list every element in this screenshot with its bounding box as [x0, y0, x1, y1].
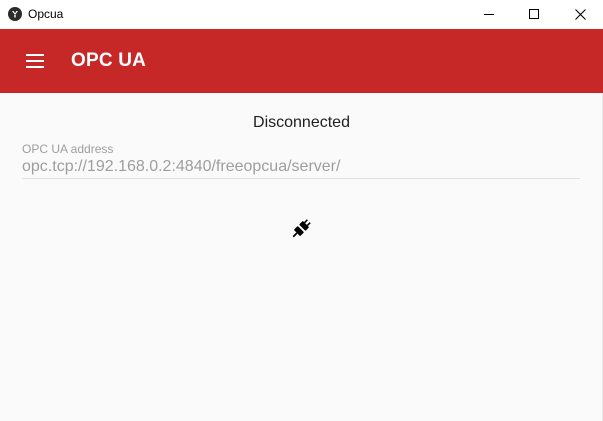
app-window: Opcua OPC UA Disconnected OPC UA address…	[0, 0, 603, 421]
address-field-underline	[22, 178, 580, 179]
minimize-button[interactable]	[466, 0, 512, 28]
app-bar-title: OPC UA	[71, 50, 147, 71]
window-title: Opcua	[28, 7, 64, 21]
menu-icon	[26, 54, 44, 68]
menu-button[interactable]	[20, 47, 50, 75]
connection-status: Disconnected	[253, 114, 350, 131]
maximize-button[interactable]	[511, 0, 557, 28]
connect-button[interactable]	[284, 212, 318, 246]
app-bar: OPC UA	[0, 29, 603, 93]
address-field-label: OPC UA address	[22, 142, 114, 156]
minimize-icon	[484, 14, 494, 15]
close-icon	[574, 8, 586, 20]
title-bar[interactable]: Opcua	[0, 0, 603, 28]
maximize-icon	[529, 9, 539, 19]
plug-connect-icon	[292, 219, 311, 238]
address-input[interactable]	[22, 157, 580, 177]
close-button[interactable]	[557, 0, 603, 28]
kivy-app-icon	[8, 7, 22, 21]
